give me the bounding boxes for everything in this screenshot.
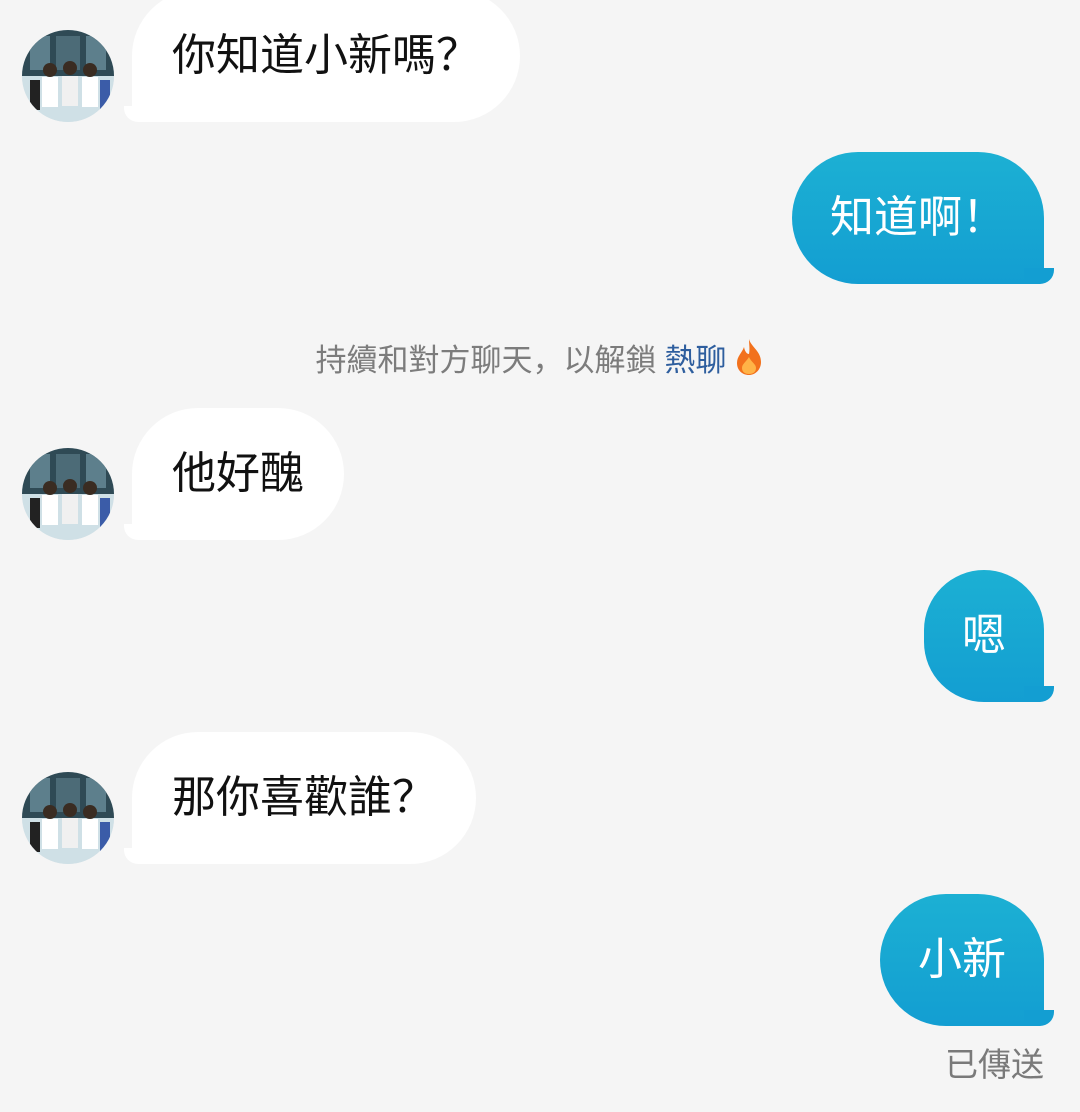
message-text: 他好醜 [172, 448, 304, 499]
delivery-status: 已傳送 [945, 1045, 1044, 1084]
contact-avatar[interactable] [22, 772, 114, 864]
incoming-message-bubble[interactable]: 那你喜歡誰？ [132, 732, 476, 864]
message-text: 嗯 [962, 610, 1006, 661]
group-photo-icon [22, 30, 114, 122]
message-text: 那你喜歡誰？ [172, 772, 436, 823]
outgoing-message-bubble[interactable]: 知道啊！ [792, 152, 1044, 284]
outgoing-message-bubble[interactable]: 小新 [880, 894, 1044, 1026]
bubble-tail [1024, 268, 1054, 284]
group-photo-icon [22, 772, 114, 864]
message-text: 知道啊！ [830, 192, 1006, 243]
hot-chat-notice: 持續和對方聊天，以解鎖 熱聊 [0, 334, 1080, 394]
group-photo-icon [22, 448, 114, 540]
message-text: 小新 [918, 934, 1006, 985]
contact-avatar[interactable] [22, 448, 114, 540]
fire-icon [733, 337, 765, 394]
bubble-tail [124, 848, 152, 864]
contact-avatar[interactable] [22, 30, 114, 122]
hot-chat-link[interactable]: 熱聊 [665, 343, 727, 379]
notice-text: 持續和對方聊天，以解鎖 [315, 343, 657, 379]
bubble-tail [1024, 1010, 1054, 1026]
incoming-message-bubble[interactable]: 他好醜 [132, 408, 344, 540]
bubble-tail [1024, 686, 1054, 702]
bubble-tail [124, 106, 152, 122]
bubble-tail [124, 524, 152, 540]
outgoing-message-bubble[interactable]: 嗯 [924, 570, 1044, 702]
incoming-message-bubble[interactable]: 你知道小新嗎？ [132, 0, 520, 122]
message-text: 你知道小新嗎？ [172, 30, 480, 81]
